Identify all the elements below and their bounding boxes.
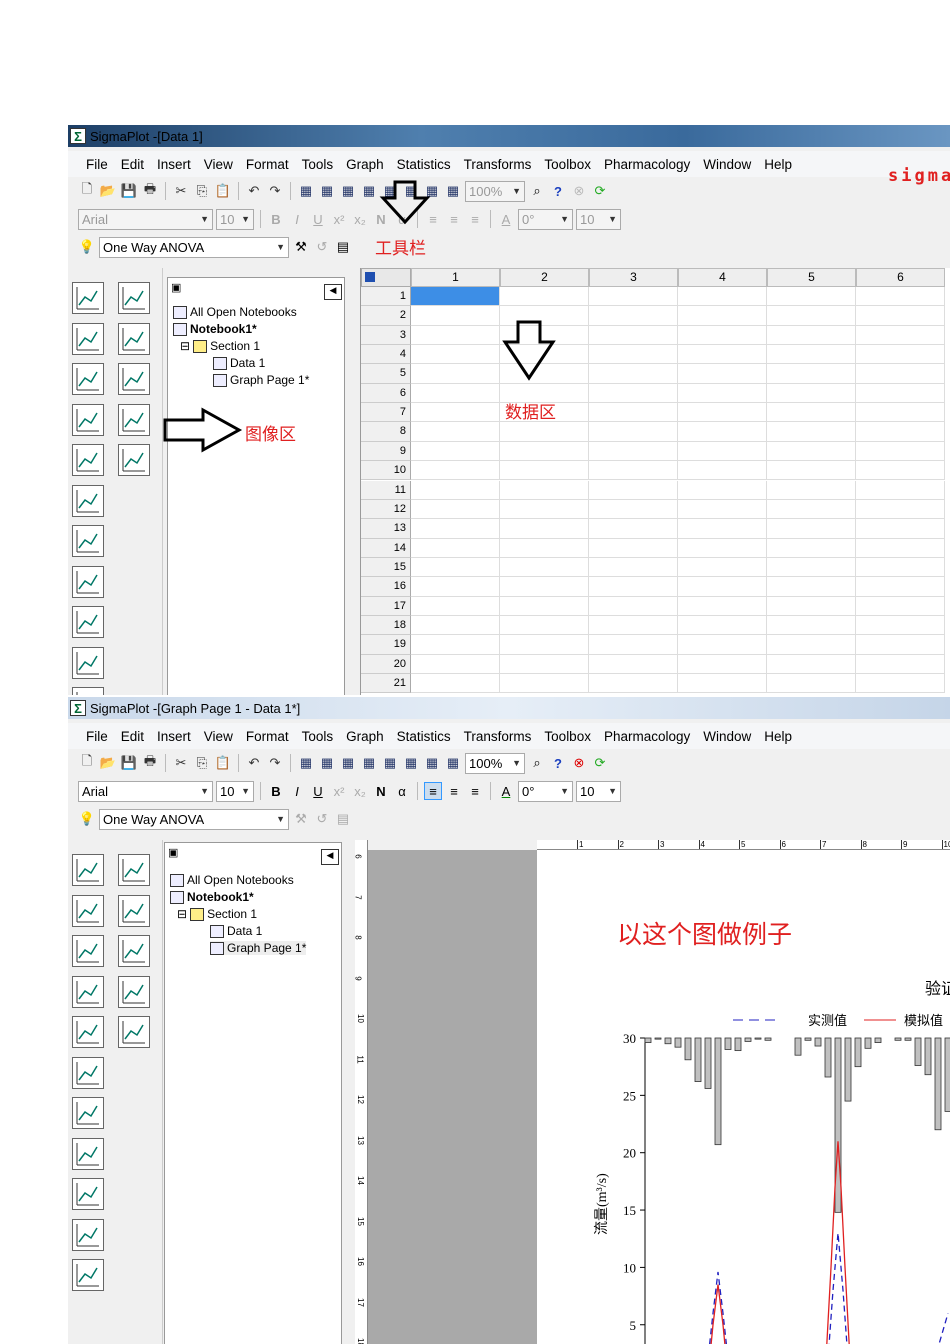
annotation-graph-area: 图像区 [245, 425, 296, 444]
annotation-toolbar: 工具栏 [375, 239, 426, 258]
arrow-down-icon [379, 180, 431, 225]
annotation-data-area: 数据区 [505, 403, 556, 422]
arrow-down-icon [502, 320, 556, 381]
annotation-example: 以这个图做例子 [617, 921, 793, 949]
annotation-arrows [163, 180, 556, 453]
arrow-right-icon [163, 407, 243, 453]
annotation-sigma: sigma [888, 166, 950, 186]
